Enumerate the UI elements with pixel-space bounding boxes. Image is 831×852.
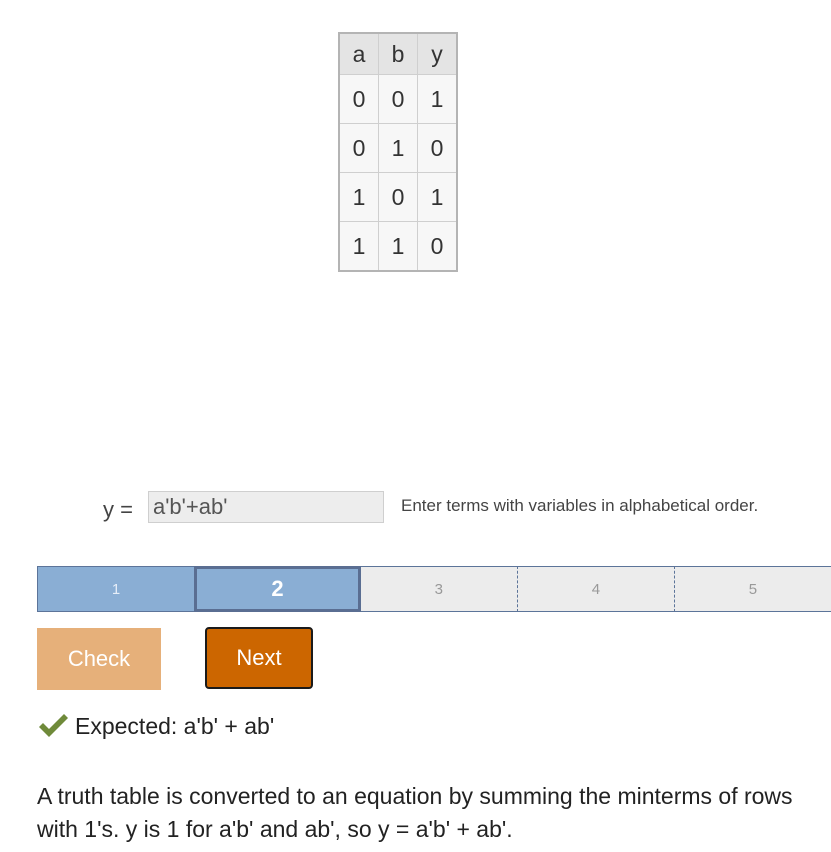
table-row: 1 0 1 [338,172,458,222]
table-cell: 1 [338,172,379,222]
checkmark-icon [39,714,68,737]
progress-step-2[interactable]: 2 [194,566,361,612]
table-row: 0 1 0 [338,123,458,173]
truth-table: a b y 0 0 1 0 1 0 1 0 1 1 1 0 [338,32,458,272]
table-cell: 0 [417,123,458,173]
table-cell: 1 [378,123,418,173]
table-cell: 0 [338,123,379,173]
table-cell: 1 [417,74,458,124]
column-header-b: b [378,32,418,75]
table-cell: 0 [378,74,418,124]
table-header-row: a b y [338,32,458,75]
equation-label: y = [103,497,133,522]
progress-step-3[interactable]: 3 [360,566,517,612]
table-row: 0 0 1 [338,74,458,124]
progress-step-5[interactable]: 5 [673,566,831,612]
table-cell: 1 [417,172,458,222]
check-button[interactable]: Check [37,628,161,690]
table-cell: 0 [338,74,379,124]
progress-step-1[interactable]: 1 [37,566,195,612]
table-cell: 1 [378,221,418,272]
feedback: Expected: a'b' + ab' [37,712,274,740]
progress-step-4[interactable]: 4 [516,566,674,612]
table-cell: 1 [338,221,379,272]
table-cell: 0 [378,172,418,222]
progress-bar: 1 2 3 4 5 [37,566,831,612]
feedback-text: Expected: a'b' + ab' [75,712,275,739]
column-header-y: y [417,32,458,75]
next-button[interactable]: Next [205,627,313,689]
explanation-text: A truth table is converted to an equatio… [37,783,793,842]
equation-input[interactable] [148,491,384,523]
equation-hint: Enter terms with variables in alphabetic… [401,496,759,515]
table-row: 1 1 0 [338,221,458,272]
column-header-a: a [338,32,379,75]
table-cell: 0 [417,221,458,272]
